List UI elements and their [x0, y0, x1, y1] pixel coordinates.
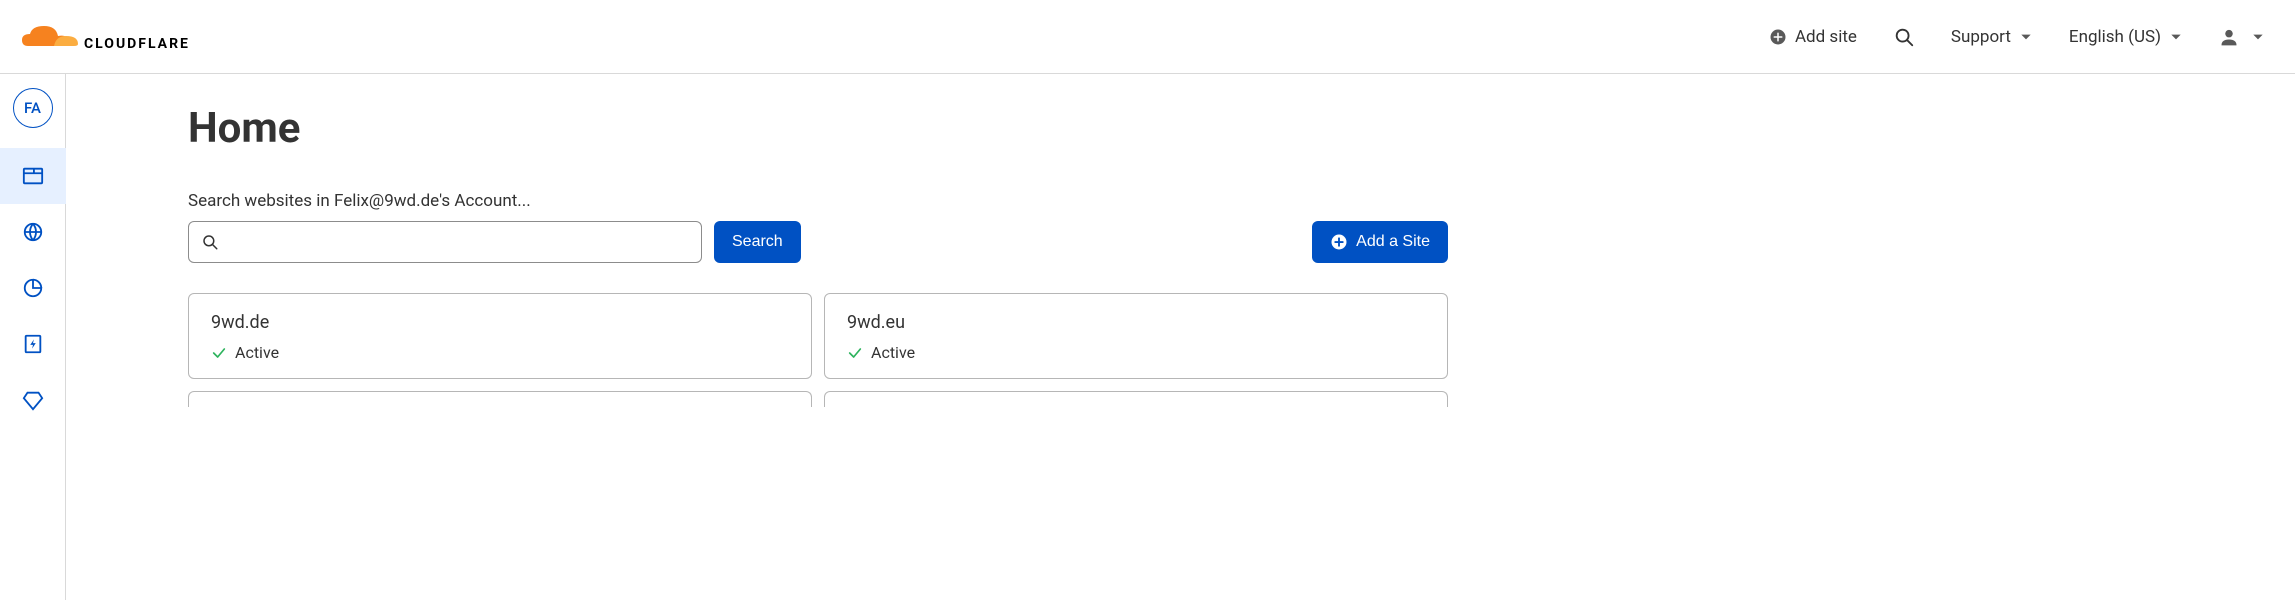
site-status-label: Active [871, 343, 915, 362]
language-menu[interactable]: English (US) [2069, 27, 2183, 47]
sidebar-item-pages[interactable] [0, 316, 66, 372]
chevron-down-icon [2019, 30, 2033, 44]
chevron-down-icon [2251, 30, 2265, 44]
support-label: Support [1951, 27, 2011, 47]
site-status-label: Active [235, 343, 279, 362]
brand-text: CLOUDFLARE [84, 36, 190, 52]
site-domain: 9wd.eu [847, 312, 1425, 333]
user-icon [2219, 27, 2239, 47]
support-menu[interactable]: Support [1951, 27, 2033, 47]
site-status: Active [847, 343, 1425, 362]
pie-chart-icon [22, 277, 44, 299]
account-avatar[interactable]: FA [13, 88, 53, 128]
language-label: English (US) [2069, 27, 2161, 47]
site-card[interactable] [824, 391, 1448, 407]
window-icon [22, 165, 44, 187]
check-icon [211, 345, 227, 361]
site-status: Active [211, 343, 789, 362]
sidebar-item-websites[interactable] [0, 148, 66, 204]
sidebar-item-discover[interactable] [0, 204, 66, 260]
global-search-button[interactable] [1893, 26, 1915, 48]
plus-circle-icon [1769, 28, 1787, 46]
add-site-header-link[interactable]: Add site [1769, 27, 1857, 47]
brand-logo[interactable]: CLOUDFLARE [20, 22, 190, 52]
search-input[interactable] [227, 233, 689, 251]
document-bolt-icon [22, 333, 44, 355]
plus-circle-icon [1330, 233, 1348, 251]
site-domain: 9wd.de [211, 312, 789, 333]
globe-arrows-icon [22, 221, 44, 243]
user-menu[interactable] [2219, 27, 2275, 47]
chevron-down-icon [2169, 30, 2183, 44]
sidebar-item-analytics[interactable] [0, 260, 66, 316]
cloud-icon [20, 22, 80, 52]
site-card[interactable]: 9wd.de Active [188, 293, 812, 379]
sidebar: FA [0, 74, 66, 600]
website-search-box[interactable] [188, 221, 702, 263]
site-card[interactable]: 9wd.eu Active [824, 293, 1448, 379]
check-icon [847, 345, 863, 361]
search-button[interactable]: Search [714, 221, 801, 263]
search-button-label: Search [732, 233, 783, 251]
avatar-initials: FA [24, 99, 41, 117]
add-a-site-button[interactable]: Add a Site [1312, 221, 1448, 263]
search-icon [201, 233, 219, 251]
site-card[interactable] [188, 391, 812, 407]
diamond-icon [22, 389, 44, 411]
add-site-header-label: Add site [1795, 27, 1857, 47]
page-title: Home [188, 104, 2295, 153]
search-hint-label: Search websites in Felix@9wd.de's Accoun… [188, 191, 2295, 211]
sidebar-item-more[interactable] [0, 372, 66, 428]
search-icon [1893, 26, 1915, 48]
add-a-site-label: Add a Site [1356, 233, 1430, 251]
